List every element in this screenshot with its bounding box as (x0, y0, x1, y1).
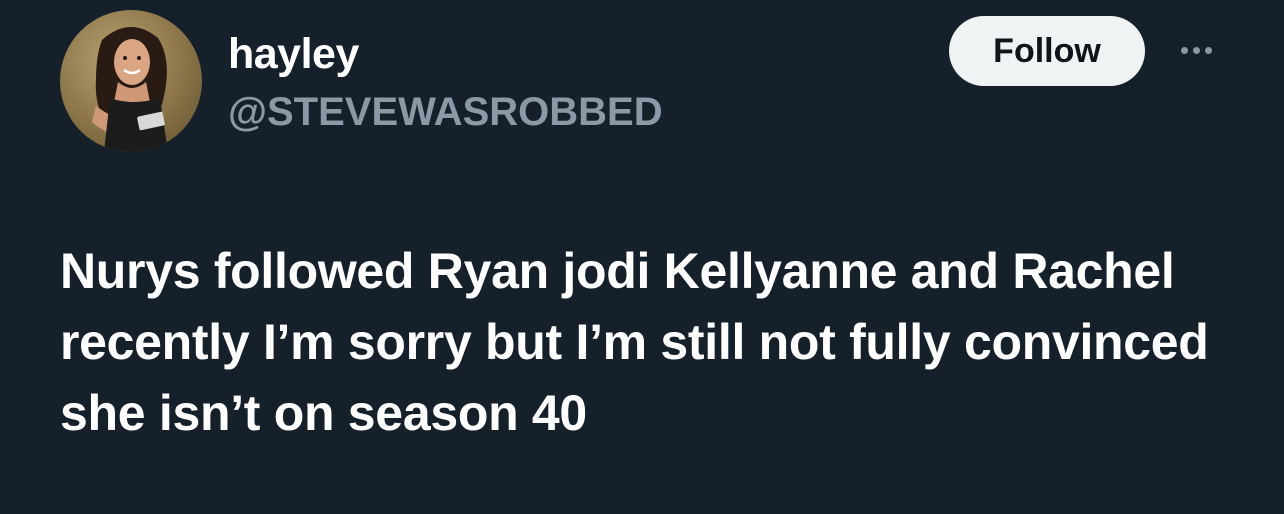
author-handle[interactable]: @STEVEWASROBBED (228, 88, 663, 136)
more-horizontal-icon-dot (1180, 46, 1188, 54)
tweet-card: hayley @STEVEWASROBBED Follow Nurys foll… (0, 0, 1284, 514)
more-horizontal-icon-dot (1204, 46, 1212, 54)
tweet-text: Nurys followed Ryan jodi Kellyanne and R… (60, 243, 1209, 441)
avatar-photo-icon (92, 26, 168, 152)
author-display-name[interactable]: hayley (228, 30, 359, 78)
author-avatar[interactable] (60, 10, 202, 152)
more-options-button[interactable] (1170, 32, 1222, 68)
more-horizontal-icon-dot (1192, 46, 1200, 54)
follow-button[interactable]: Follow (949, 16, 1145, 86)
